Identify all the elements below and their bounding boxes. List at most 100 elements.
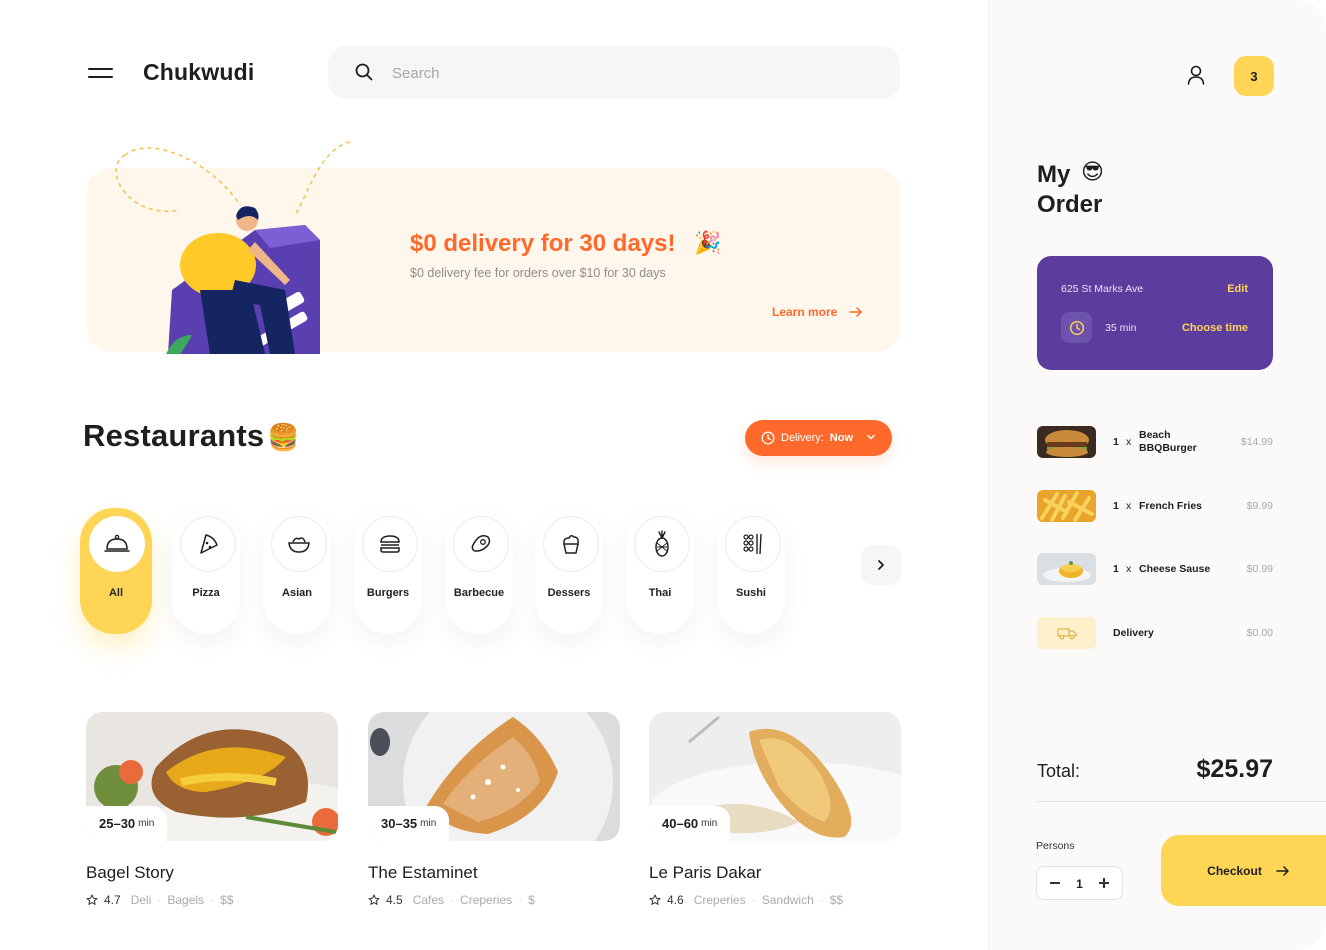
category-desserts[interactable]: Dessers	[535, 508, 603, 634]
restaurant-name: Le Paris Dakar	[649, 863, 762, 882]
delivery-time-badge: 25–30 min	[86, 806, 168, 841]
restaurant-meta: 4.7 Deli · Bagels · $$	[86, 893, 338, 907]
category-thai[interactable]: Thai	[626, 508, 694, 634]
tag: Deli	[130, 893, 152, 907]
restaurant-card[interactable]: 25–30 min Bagel Story 4.7 Deli · Bagels · $…	[86, 712, 338, 907]
brand-name: Chukwudi	[143, 59, 255, 85]
user-profile-icon[interactable]	[1186, 64, 1206, 86]
category-label: Asian	[282, 587, 312, 599]
restaurant-photo: 30–35 min	[368, 712, 620, 841]
checkout-label: Checkout	[1207, 863, 1262, 878]
arrow-right-icon	[849, 307, 863, 317]
item-times-sign: x	[1126, 500, 1132, 512]
choose-time-link[interactable]: Choose time	[1182, 322, 1248, 334]
category-all[interactable]: All	[80, 508, 152, 634]
checkout-button[interactable]: Checkout	[1161, 835, 1326, 906]
delivery-time-badge: 40–60 min	[649, 806, 731, 841]
time-range: 40–60	[662, 816, 699, 831]
star-icon	[368, 894, 380, 905]
item-thumbnail	[1037, 553, 1096, 585]
category-label: All	[108, 587, 124, 599]
search-bar[interactable]	[328, 46, 900, 99]
delivery-label: Delivery	[1113, 627, 1154, 639]
category-label: Thai	[648, 587, 672, 599]
item-name: French Fries	[1139, 500, 1203, 512]
time-range: 30–35	[381, 816, 418, 831]
persons-stepper: 1	[1036, 866, 1123, 900]
rating-value: 4.6	[667, 893, 684, 907]
category-label: Dessers	[547, 587, 591, 599]
item-times-sign: x	[1126, 563, 1132, 575]
item-times-sign: x	[1126, 436, 1132, 448]
item-name: Cheese Sause	[1139, 563, 1211, 575]
delivery-price: $0.00	[1246, 627, 1273, 639]
item-name: Beach BBQBurger	[1139, 429, 1197, 454]
pineapple-icon	[634, 516, 690, 572]
time-unit: min	[138, 818, 155, 829]
clock-icon	[761, 431, 775, 445]
delivery-time-dropdown[interactable]: Delivery: Now	[745, 420, 892, 456]
categories-next-button[interactable]	[861, 545, 901, 585]
category-label: Barbecue	[453, 587, 505, 599]
category-barbecue[interactable]: Barbecue	[445, 508, 513, 634]
restaurant-card[interactable]: 30–35 min The Estaminet 4.5 Cafes · Creper…	[368, 712, 620, 907]
item-quantity: 1	[1113, 436, 1119, 448]
category-sushi[interactable]: Sushi	[717, 508, 785, 634]
order-item: 1 x Cheese Sause $0.99	[1037, 553, 1273, 585]
app-window: Chukwudi $0 delivery for 30 days! 🎉 $0 d…	[0, 0, 1326, 950]
persons-label: Persons	[1036, 840, 1075, 852]
sushi-icon	[725, 516, 781, 572]
tag: Creperies	[693, 893, 746, 907]
rating-value: 4.5	[386, 893, 403, 907]
learn-more-label: Learn more	[772, 305, 838, 319]
time-unit: min	[701, 818, 718, 829]
burger-emoji-icon: 🍔	[267, 422, 300, 452]
restaurant-name: Bagel Story	[86, 863, 174, 882]
sunglasses-emoji-icon: 😎	[1081, 159, 1104, 184]
total-value: $25.97	[1196, 755, 1273, 783]
delivery-time-badge: 30–35 min	[368, 806, 450, 841]
star-icon	[86, 894, 98, 905]
arrow-right-icon	[1276, 865, 1289, 876]
item-price: $14.99	[1240, 436, 1273, 448]
category-burgers[interactable]: Burgers	[354, 508, 422, 634]
learn-more-link[interactable]: Learn more	[772, 305, 863, 319]
divider	[1037, 801, 1326, 802]
cart-count-button[interactable]: 3	[1234, 56, 1274, 96]
rating-value: 4.7	[104, 893, 121, 907]
star-icon	[649, 894, 661, 905]
hamburger-menu-icon[interactable]	[88, 66, 114, 82]
restaurants-heading: Restaurants	[83, 418, 265, 453]
promo-subtitle: $0 delivery fee for orders over $10 for …	[410, 266, 666, 280]
item-price: $9.99	[1246, 500, 1273, 512]
delivery-line-item: Delivery $0.00	[1037, 617, 1273, 649]
clock-icon	[1061, 312, 1092, 343]
price-level: $$	[829, 893, 844, 907]
category-asian[interactable]: Asian	[263, 508, 331, 634]
delivery-rider-illustration	[115, 141, 351, 354]
category-pizza[interactable]: Pizza	[172, 508, 240, 634]
category-label: Pizza	[192, 587, 220, 599]
order-sidebar	[988, 0, 1326, 950]
cloche-icon	[89, 516, 145, 572]
category-label: Burgers	[366, 587, 410, 599]
tag: Cafes	[412, 893, 445, 907]
price-level: $	[528, 893, 535, 907]
item-price: $0.99	[1246, 563, 1273, 575]
order-item: 1 x French Fries $9.99	[1037, 490, 1273, 522]
time-unit: min	[420, 818, 437, 829]
search-input[interactable]	[392, 58, 872, 88]
edit-address-link[interactable]: Edit	[1227, 283, 1248, 295]
tag: Bagels	[167, 893, 205, 907]
chevron-down-icon	[867, 434, 875, 440]
increment-button[interactable]	[1096, 875, 1112, 891]
chevron-right-icon	[878, 560, 884, 570]
order-title-line2: Order	[1037, 191, 1103, 218]
delivery-label: Delivery:	[781, 432, 824, 444]
restaurant-card[interactable]: 40–60 min Le Paris Dakar 4.6 Creperies · S…	[649, 712, 901, 907]
burger-icon	[362, 516, 418, 572]
steak-icon	[453, 516, 509, 572]
restaurant-photo: 40–60 min	[649, 712, 901, 841]
item-quantity: 1	[1113, 500, 1119, 512]
delivery-eta: 35 min	[1105, 322, 1137, 334]
